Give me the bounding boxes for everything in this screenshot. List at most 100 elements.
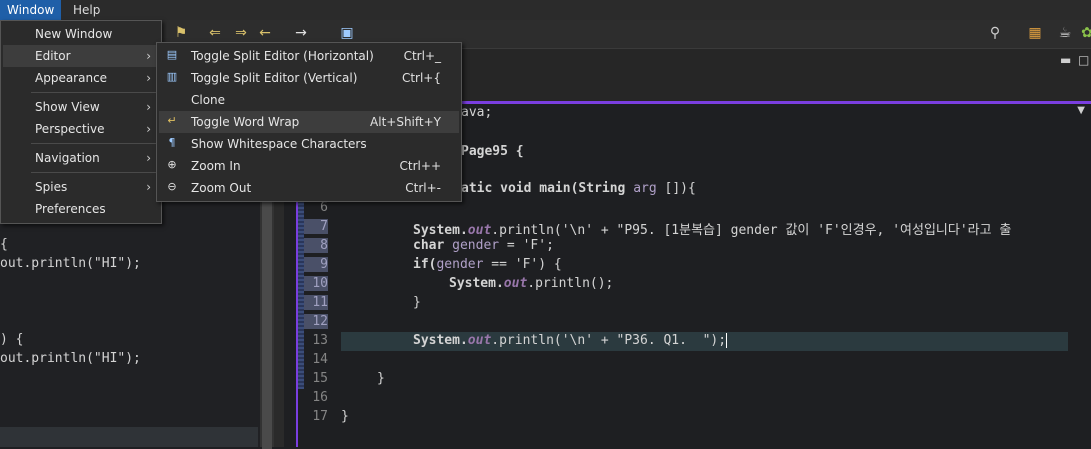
left-code-line: ) { (0, 332, 24, 347)
menu-separator (31, 143, 157, 144)
menu-item-toggle-word-wrap[interactable]: ↵ Toggle Word Wrap Alt+Shift+Y (159, 111, 459, 133)
left-code-line: { (0, 237, 8, 252)
line-number: 9 (304, 257, 328, 272)
menu-item-perspective[interactable]: Perspective › (3, 118, 159, 140)
menu-item-zoom-in[interactable]: ⊕ Zoom In Ctrl++ (159, 155, 459, 177)
line-number: 7 (304, 219, 328, 234)
code-line-13: System.out.println('\n' + "P36. Q1. "); (413, 333, 728, 348)
code-variable: gender (452, 238, 500, 253)
code-token: .println('\n' + "P36. Q1. "); (491, 333, 727, 348)
code-field: out (503, 276, 528, 291)
menu-item-zoom-out[interactable]: ⊖ Zoom Out Ctrl+- (159, 177, 459, 199)
menu-item-label: Show Whitespace Characters (191, 137, 367, 151)
code-line-17: } (341, 409, 349, 424)
chevron-right-icon: › (146, 122, 151, 136)
kw-static-void: atic void (461, 181, 540, 196)
pilcrow-icon: ¶ (168, 136, 176, 149)
java-perspective-icon[interactable]: ☕ (1056, 24, 1074, 42)
menu-separator (31, 92, 157, 93)
menu-item-editor[interactable]: Editor › (3, 45, 159, 67)
menu-item-clone[interactable]: Clone (159, 89, 459, 111)
split-horizontal-icon: ▤ (166, 48, 178, 61)
line-number: 15 (312, 371, 328, 386)
menu-item-shortcut: Ctrl++ (399, 159, 441, 173)
menu-item-label: Spies (35, 180, 68, 194)
code-token: .println(); (527, 276, 614, 291)
left-code-line: out.println("HI"); (0, 256, 141, 271)
code-keyword: if( (413, 257, 437, 272)
maximize-icon[interactable]: □ (1078, 53, 1089, 67)
menu-item-show-view[interactable]: Show View › (3, 96, 159, 118)
menu-item-split-horizontal[interactable]: ▤ Toggle Split Editor (Horizontal) Ctrl+_ (159, 45, 459, 67)
code-field: out (467, 333, 492, 348)
menu-bar: Window Help (0, 0, 1091, 20)
menu-item-label: Show View (35, 100, 100, 114)
code-line-9: if(gender == 'F') { (413, 257, 562, 272)
search-icon[interactable]: ⚲ (986, 24, 1004, 42)
left-code-line: out.println("HI"); (0, 351, 141, 366)
menu-separator (31, 172, 157, 173)
code-line-7: System.out.println('\n' + "P95. [1분복습] g… (413, 219, 1011, 238)
menu-item-shortcut: Alt+Shift+Y (370, 115, 441, 129)
code-punct: []){ (656, 181, 696, 196)
open-perspective-icon[interactable]: ▦ (1026, 24, 1044, 42)
debug-perspective-icon[interactable]: ✿ (1078, 24, 1091, 42)
forward-edit-icon[interactable]: ⇒ (232, 24, 250, 42)
code-keyword: char (413, 238, 453, 253)
code-token: System. (449, 276, 504, 291)
chevron-right-icon: › (146, 151, 151, 165)
code-field: out (467, 223, 492, 238)
scrollbar-thumb[interactable] (262, 169, 272, 449)
back-icon[interactable]: ← (256, 24, 274, 42)
chevron-right-icon: › (146, 49, 151, 63)
run-icon[interactable]: ⚑ (172, 24, 190, 42)
menu-item-label: Clone (191, 93, 226, 107)
menu-item-spies[interactable]: Spies › (3, 176, 159, 198)
menu-item-navigation[interactable]: Navigation › (3, 147, 159, 169)
menu-help[interactable]: Help (66, 0, 107, 20)
param-type: (String (570, 181, 634, 196)
forward-icon[interactable]: → (292, 24, 310, 42)
chevron-right-icon: › (146, 180, 151, 194)
menu-item-label: Toggle Word Wrap (191, 115, 300, 129)
split-vertical-icon: ▥ (166, 70, 178, 83)
menu-item-label: Preferences (35, 202, 106, 216)
line-number: 11 (304, 295, 328, 310)
menu-item-show-whitespace[interactable]: ¶ Show Whitespace Characters (159, 133, 459, 155)
menu-item-new-window[interactable]: New Window (3, 23, 159, 45)
menu-item-label: Navigation (35, 151, 100, 165)
menu-item-label: Toggle Split Editor (Horizontal) (191, 49, 374, 63)
method-main: main (539, 181, 571, 196)
code-token: .println('\n' + "P95. [1분복습] gender 값이 '… (491, 223, 1012, 238)
line-number: 8 (304, 238, 328, 253)
menu-item-preferences[interactable]: Preferences (3, 198, 159, 220)
menu-item-label: Toggle Split Editor (Vertical) (191, 71, 358, 85)
code-token: = 'F'; (499, 238, 554, 253)
code-token: == 'F') { (483, 257, 562, 272)
code-line-8: char gender = 'F'; (413, 238, 554, 253)
text-caret (726, 333, 728, 348)
menu-item-shortcut: Ctrl+_ (403, 49, 441, 63)
pin-icon[interactable]: ▣ (338, 24, 356, 42)
menu-item-appearance[interactable]: Appearance › (3, 67, 159, 89)
back-edit-icon[interactable]: ⇐ (206, 24, 224, 42)
line-number: 14 (312, 352, 328, 367)
menu-item-label: Perspective (35, 122, 105, 136)
minimize-icon[interactable]: ▬ (1060, 53, 1071, 67)
menu-item-split-vertical[interactable]: ▥ Toggle Split Editor (Vertical) Ctrl+{ (159, 67, 459, 89)
menu-item-shortcut: Ctrl+- (405, 181, 441, 195)
chevron-down-icon[interactable]: ▼ (1077, 105, 1085, 116)
word-wrap-icon: ↵ (167, 114, 177, 127)
menu-item-label: Editor (35, 49, 71, 63)
menu-item-label: Appearance (35, 71, 108, 85)
code-line-15: } (377, 371, 385, 386)
zoom-in-icon: ⊕ (167, 158, 177, 171)
menu-item-label: New Window (35, 27, 113, 41)
zoom-out-icon: ⊖ (167, 180, 177, 193)
code-line-11: } (413, 295, 421, 310)
line-number: 6 (320, 200, 328, 215)
code-fragment-class: Page95 { (461, 144, 524, 159)
menu-window[interactable]: Window (0, 0, 62, 20)
menu-item-label: Zoom Out (191, 181, 252, 195)
line-number: 10 (304, 276, 328, 291)
